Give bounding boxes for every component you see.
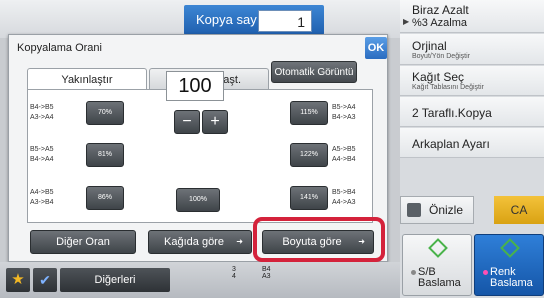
start-color-button[interactable]: Renk Baslama: [474, 234, 544, 296]
start-bw-text: S/B Baslama: [411, 267, 461, 289]
other-ratio-button[interactable]: Diğer Oran: [30, 230, 136, 254]
original-button[interactable]: Orjinal Boyut/Yön Değiştir: [400, 34, 544, 65]
reduce-slightly-sub: %3 Azalma: [412, 17, 468, 29]
bottom-bar: ★ ✔ Diğerleri: [0, 262, 400, 298]
tray-number: 3: [232, 266, 236, 273]
dialog-title: Kopyalama Orani: [17, 42, 102, 54]
tray-size: B4: [262, 266, 271, 273]
preset-122-label: A5->B5 A4->B4: [332, 146, 356, 163]
preset-86-label: A4->B5 A3->B4: [30, 189, 54, 206]
copy-count-box: Kopya sayısı 1: [184, 5, 324, 35]
original-label: Orjinal: [412, 39, 447, 53]
start-color-label: Renk Baslama: [490, 266, 533, 289]
ok-button[interactable]: OK: [365, 37, 387, 59]
decrease-button[interactable]: −: [174, 110, 200, 134]
favorite-star-icon[interactable]: ★: [6, 268, 30, 292]
preset-115-label: B5->A4 B4->A3: [332, 104, 356, 121]
paper-select-sub: Kağıt Tablasını Değiştir: [412, 84, 484, 91]
preset-81-label: B5->A5 B4->A4: [30, 146, 54, 163]
duplex-copy-button[interactable]: 2 Taraflı.Kopya: [400, 97, 544, 127]
bw-dot-icon: [411, 270, 416, 275]
preset-122-button[interactable]: 122%: [290, 143, 328, 167]
preset-70-button[interactable]: 70%: [86, 101, 124, 125]
preset-81-button[interactable]: 81%: [86, 143, 124, 167]
tray-row: 4 A3: [232, 273, 298, 280]
tray-row: 3 B4: [232, 266, 298, 273]
clear-all-button[interactable]: CA: [494, 196, 544, 224]
copy-count-input[interactable]: 1: [258, 10, 312, 32]
background-adjust-button[interactable]: Arkaplan Ayarı: [400, 128, 544, 158]
preview-label: Önizle: [429, 203, 464, 217]
start-bw-button[interactable]: S/B Baslama: [402, 234, 472, 296]
preview-icon: [407, 203, 421, 217]
fit-paper-button[interactable]: Kağıda göre ➜: [148, 230, 252, 254]
arrow-right-icon: ▶: [403, 17, 410, 26]
highlight-frame: [253, 217, 385, 262]
preset-115-button[interactable]: 115%: [290, 101, 328, 125]
tray-summary: 3 B4 4 A3: [232, 266, 298, 280]
tab-zoom[interactable]: Yakınlaştır: [27, 68, 147, 90]
start-bw-label: S/B Baslama: [418, 266, 461, 289]
duplex-copy-label: 2 Taraflı.Kopya: [412, 106, 492, 120]
auto-image-button[interactable]: Otomatik Görüntü: [271, 61, 357, 83]
background-adjust-label: Arkaplan Ayarı: [412, 137, 490, 151]
top-bar: Kopya sayısı 1: [0, 0, 400, 38]
others-button[interactable]: Diğerleri: [60, 268, 170, 292]
start-color-text: Renk Baslama: [483, 267, 533, 289]
paper-select-label: Kağıt Seç: [412, 70, 465, 84]
tray-size: A3: [262, 273, 271, 280]
reduce-slightly-button[interactable]: ▶ Biraz Azalt %3 Azalma: [400, 0, 544, 33]
check-icon[interactable]: ✔: [33, 268, 57, 292]
reset-100-button[interactable]: 100%: [176, 188, 220, 212]
color-dot-icon: [483, 270, 488, 275]
paper-select-button[interactable]: Kağıt Seç Kağıt Tablasını Değiştir: [400, 66, 544, 96]
start-diamond-icon: [428, 238, 448, 258]
fit-paper-label: Kağıda göre: [164, 236, 224, 248]
original-sub: Boyut/Yön Değiştir: [412, 53, 470, 60]
reduce-slightly-label: Biraz Azalt: [412, 3, 469, 17]
arrow-right-icon: ➜: [236, 237, 243, 246]
start-diamond-icon: [500, 238, 520, 258]
preset-141-button[interactable]: 141%: [290, 186, 328, 210]
tray-number: 4: [232, 273, 236, 280]
ratio-input[interactable]: 100: [166, 71, 224, 101]
preset-70-label: B4->B5 A3->A4: [30, 104, 54, 121]
preset-86-button[interactable]: 86%: [86, 186, 124, 210]
preview-button[interactable]: Önizle: [400, 196, 474, 224]
increase-button[interactable]: +: [202, 110, 228, 134]
preset-141-label: B5->B4 A4->A3: [332, 189, 356, 206]
